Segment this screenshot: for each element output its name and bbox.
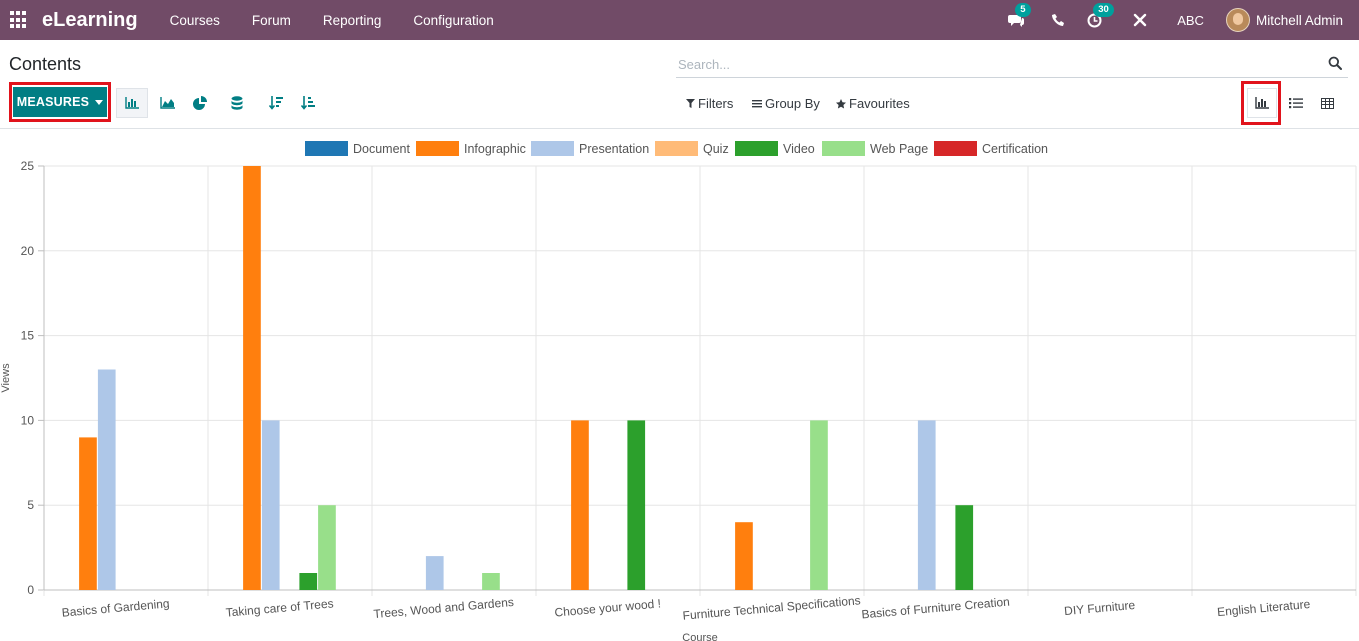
bar-presentation[interactable]: [917, 420, 936, 590]
bar-video[interactable]: [627, 420, 646, 590]
bar-infographic[interactable]: [79, 437, 97, 590]
x-tick-label: DIY Furniture: [1064, 598, 1136, 618]
page-title: Contents: [9, 54, 82, 74]
stacked-toggle-button[interactable]: [221, 88, 253, 118]
y-tick-label: 15: [21, 329, 35, 343]
sort-amount-down-icon: [269, 96, 283, 110]
top-navbar: eLearning Courses Forum Reporting Config…: [0, 0, 1359, 40]
control-panel: Contents MEASURES Filters Group By Favou…: [0, 40, 1359, 129]
messages-count-badge: 5: [1015, 3, 1031, 17]
x-tick-label: English Literature: [1217, 597, 1312, 619]
filter-icon: [686, 99, 695, 108]
bar-web-page[interactable]: [318, 505, 336, 590]
app-brand[interactable]: eLearning: [42, 9, 138, 32]
x-axis-title: Course: [682, 632, 717, 641]
bar-presentation[interactable]: [425, 556, 444, 590]
x-tick-label: Basics of Gardening: [61, 596, 170, 619]
pie-chart-mode-button[interactable]: [184, 88, 216, 118]
bar-infographic[interactable]: [243, 166, 261, 590]
debug-tools-icon[interactable]: [1131, 11, 1149, 29]
y-tick-label: 10: [21, 413, 35, 427]
search-icon[interactable]: [1328, 56, 1342, 70]
y-axis-title: Views: [0, 363, 12, 393]
y-tick-label: 5: [27, 498, 34, 512]
group-by-label: Group By: [765, 96, 820, 111]
bar-chart: 0 5 10 15 20 25 Basics of Gardening Taking care…: [0, 159, 1357, 641]
user-menu[interactable]: Mitchell Admin: [1256, 13, 1343, 28]
bar-video[interactable]: [299, 573, 318, 590]
activities-count-badge: 30: [1093, 3, 1114, 17]
x-tick-label: Basics of Furniture Creation: [861, 595, 1010, 622]
graph-view-button[interactable]: [1247, 88, 1277, 118]
filters-label: Filters: [698, 96, 734, 111]
sort-amount-up-icon: [301, 96, 315, 110]
menu-configuration[interactable]: Configuration: [397, 13, 509, 28]
bar-web-page[interactable]: [482, 573, 500, 590]
pie-chart-icon: [193, 96, 207, 110]
phone-icon[interactable]: [1049, 11, 1067, 29]
measures-button[interactable]: MEASURES: [13, 87, 107, 117]
bar-web-page[interactable]: [810, 420, 828, 590]
y-tick-label: 0: [27, 583, 34, 597]
bar-infographic[interactable]: [735, 522, 753, 590]
menu-reporting[interactable]: Reporting: [307, 13, 398, 28]
favourites-label: Favourites: [849, 96, 910, 111]
area-chart-icon: [159, 97, 175, 109]
x-tick-label: Taking care of Trees: [225, 596, 334, 619]
star-icon: [836, 98, 846, 108]
x-tick-label: Choose your wood !: [554, 596, 662, 619]
x-tick-label: Trees, Wood and Gardens: [373, 595, 514, 621]
menu-forum[interactable]: Forum: [236, 13, 307, 28]
graph-view-icon: [1255, 97, 1269, 109]
favourites-dropdown[interactable]: Favourites: [836, 96, 910, 111]
line-chart-mode-button[interactable]: [151, 88, 183, 118]
company-switcher[interactable]: ABC: [1177, 13, 1204, 28]
pivot-table-icon: [1320, 97, 1334, 109]
bars-icon: [752, 100, 762, 108]
group-by-dropdown[interactable]: Group By: [752, 96, 820, 111]
bar-chart-icon: [125, 97, 139, 109]
measures-label: MEASURES: [16, 95, 90, 109]
y-tick-label: 25: [21, 159, 35, 173]
sort-descending-button[interactable]: [260, 88, 292, 118]
pivot-view-button[interactable]: [1312, 88, 1342, 118]
bar-presentation[interactable]: [261, 420, 280, 590]
list-view-button[interactable]: [1281, 88, 1311, 118]
y-tick-label: 20: [21, 244, 35, 258]
bar-presentation[interactable]: [97, 369, 116, 591]
stack-icon: [231, 96, 243, 110]
activities-icon[interactable]: 30: [1085, 3, 1114, 29]
filters-dropdown[interactable]: Filters: [686, 96, 733, 111]
search-bar: [676, 52, 1348, 78]
bar-chart-mode-button[interactable]: [116, 88, 148, 118]
x-tick-label: Furniture Technical Specifications: [682, 593, 861, 623]
sort-ascending-button[interactable]: [292, 88, 324, 118]
bar-infographic[interactable]: [571, 420, 589, 590]
bar-video[interactable]: [955, 505, 974, 590]
caret-down-icon: [95, 99, 104, 105]
list-view-icon: [1289, 98, 1303, 109]
apps-menu-icon[interactable]: [10, 11, 28, 29]
menu-courses[interactable]: Courses: [154, 13, 236, 28]
user-avatar[interactable]: [1225, 8, 1250, 32]
search-input[interactable]: [676, 52, 1316, 76]
graph-view: Document Infographic Presentation Quiz Video…: [0, 130, 1359, 641]
messages-icon[interactable]: 5: [1007, 3, 1031, 29]
